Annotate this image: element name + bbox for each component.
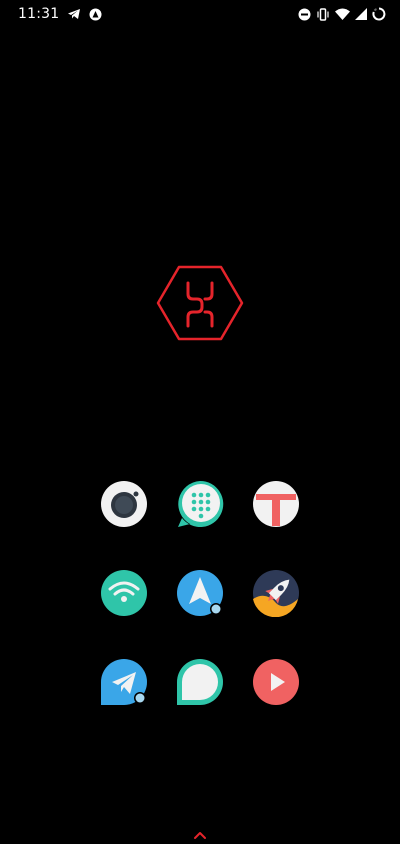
navigation-icon[interactable] xyxy=(176,569,224,617)
app-row xyxy=(100,658,300,706)
hexagon-x-logo xyxy=(155,263,245,343)
wifi-icon xyxy=(335,8,350,20)
telegram-app-icon[interactable] xyxy=(100,658,148,706)
app-grid xyxy=(100,480,300,747)
dialer-icon[interactable] xyxy=(176,480,224,528)
camera-icon[interactable] xyxy=(100,480,148,528)
notification-bell-icon xyxy=(89,8,102,21)
battery-charging-icon xyxy=(372,7,386,21)
wifi-app-icon[interactable] xyxy=(100,569,148,617)
messages-icon[interactable] xyxy=(176,658,224,706)
rocket-icon[interactable] xyxy=(252,569,300,617)
home-screen: 11:31 xyxy=(0,0,400,844)
app-row xyxy=(100,569,300,617)
app-row xyxy=(100,480,300,528)
status-right xyxy=(298,7,386,21)
do-not-disturb-icon xyxy=(298,8,311,21)
t-app-icon[interactable] xyxy=(252,480,300,528)
signal-icon xyxy=(355,8,367,20)
status-bar: 11:31 xyxy=(0,0,400,32)
chevron-up-icon[interactable] xyxy=(193,825,207,839)
status-time: 11:31 xyxy=(18,6,60,22)
telegram-icon xyxy=(67,8,81,20)
vibrate-icon xyxy=(316,7,330,21)
status-left: 11:31 xyxy=(18,6,102,22)
play-icon[interactable] xyxy=(252,658,300,706)
